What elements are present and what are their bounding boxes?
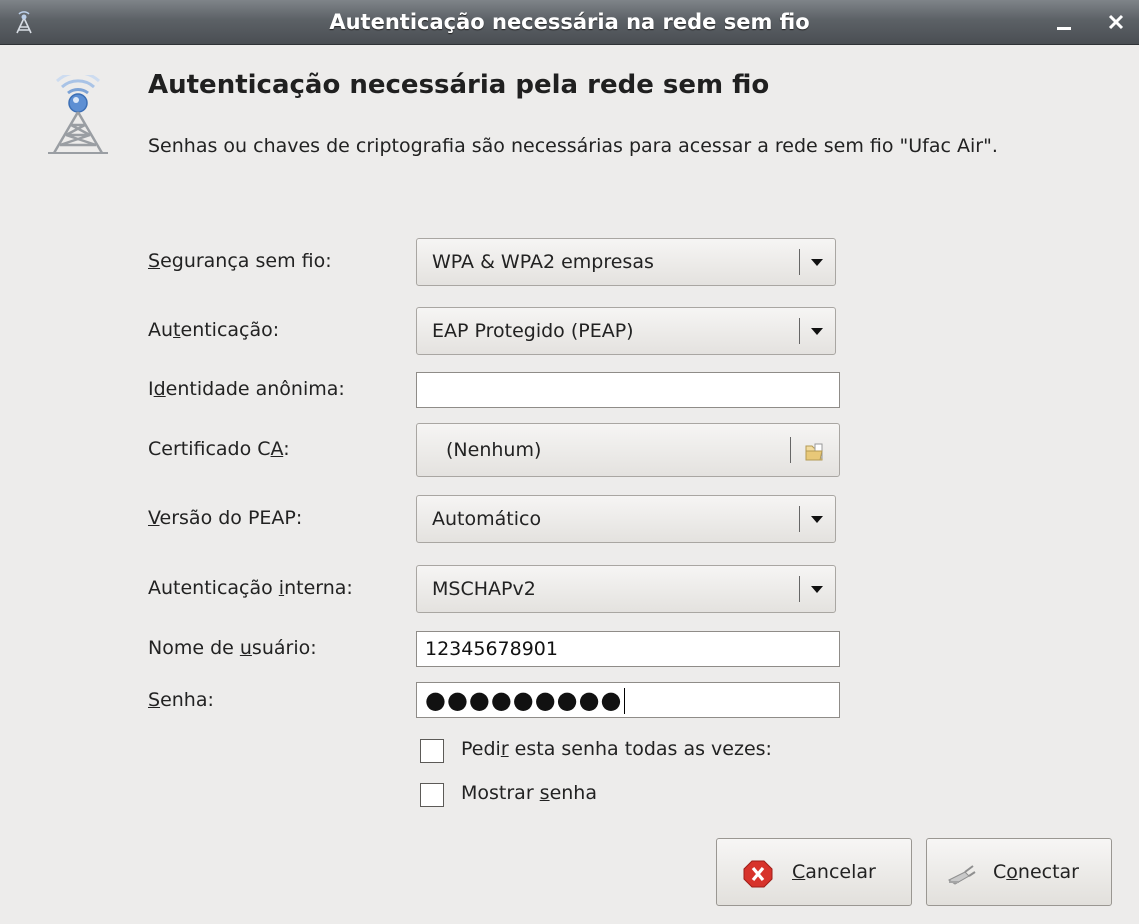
security-label: Segurança sem fio: (148, 250, 332, 272)
security-value: WPA & WPA2 empresas (432, 251, 654, 273)
show-password-label[interactable]: Mostrar senha (461, 782, 597, 804)
combo-separator (799, 506, 800, 532)
minimize-icon[interactable] (1054, 12, 1076, 34)
dropdown-arrow-icon (811, 328, 823, 335)
anonymous-identity-input[interactable] (416, 372, 840, 408)
inner-authentication-value: MSCHAPv2 (432, 578, 536, 600)
password-input[interactable]: ●●●●●●●●● (416, 682, 840, 718)
ask-every-time-checkbox[interactable] (420, 739, 444, 763)
anonymous-identity-label: Identidade anônima: (148, 378, 345, 400)
show-password-checkbox[interactable] (420, 783, 444, 807)
close-icon[interactable] (1104, 10, 1128, 34)
peap-version-combo[interactable]: Automático (416, 495, 836, 543)
password-dots: ●●●●●●●●● (425, 686, 623, 714)
cancel-label: Cancelar (792, 861, 876, 883)
authentication-value: EAP Protegido (PEAP) (432, 320, 634, 342)
connect-label: Conectar (993, 861, 1079, 883)
combo-separator (799, 249, 800, 275)
dropdown-arrow-icon (811, 516, 823, 523)
window-title: Autenticação necessária na rede sem fio (329, 10, 810, 34)
combo-separator (799, 318, 800, 344)
password-label: Senha: (148, 689, 214, 711)
authentication-label: Autenticação: (148, 319, 280, 341)
chooser-separator (790, 437, 791, 463)
inner-authentication-label: Autenticação interna: (148, 577, 353, 599)
folder-icon (805, 443, 823, 461)
connect-plug-icon (948, 865, 976, 885)
peap-version-value: Automático (432, 508, 542, 530)
security-combo[interactable]: WPA & WPA2 empresas (416, 238, 836, 286)
cancel-icon (743, 860, 773, 888)
peap-version-label: Versão do PEAP: (148, 507, 303, 529)
dialog-heading: Autenticação necessária pela rede sem fi… (148, 70, 770, 100)
authentication-combo[interactable]: EAP Protegido (PEAP) (416, 307, 836, 355)
dropdown-arrow-icon (811, 259, 823, 266)
text-caret (624, 688, 626, 714)
username-label: Nome de usuário: (148, 637, 317, 659)
combo-separator (799, 576, 800, 602)
ca-certificate-chooser[interactable]: (Nenhum) (416, 423, 840, 477)
ca-certificate-value: (Nenhum) (446, 439, 542, 461)
dialog-description: Senhas ou chaves de criptografia são nec… (148, 135, 998, 157)
dropdown-arrow-icon (811, 586, 823, 593)
wireless-network-icon (48, 75, 108, 154)
username-input[interactable]: 12345678901 (416, 631, 840, 667)
ask-every-time-label[interactable]: Pedir esta senha todas as vezes: (461, 738, 772, 760)
cancel-button[interactable]: Cancelar (716, 838, 912, 906)
inner-authentication-combo[interactable]: MSCHAPv2 (416, 565, 836, 613)
connect-button[interactable]: Conectar (926, 838, 1112, 906)
title-bar: Autenticação necessária na rede sem fio (0, 0, 1139, 45)
ca-certificate-label: Certificado CA: (148, 438, 290, 460)
